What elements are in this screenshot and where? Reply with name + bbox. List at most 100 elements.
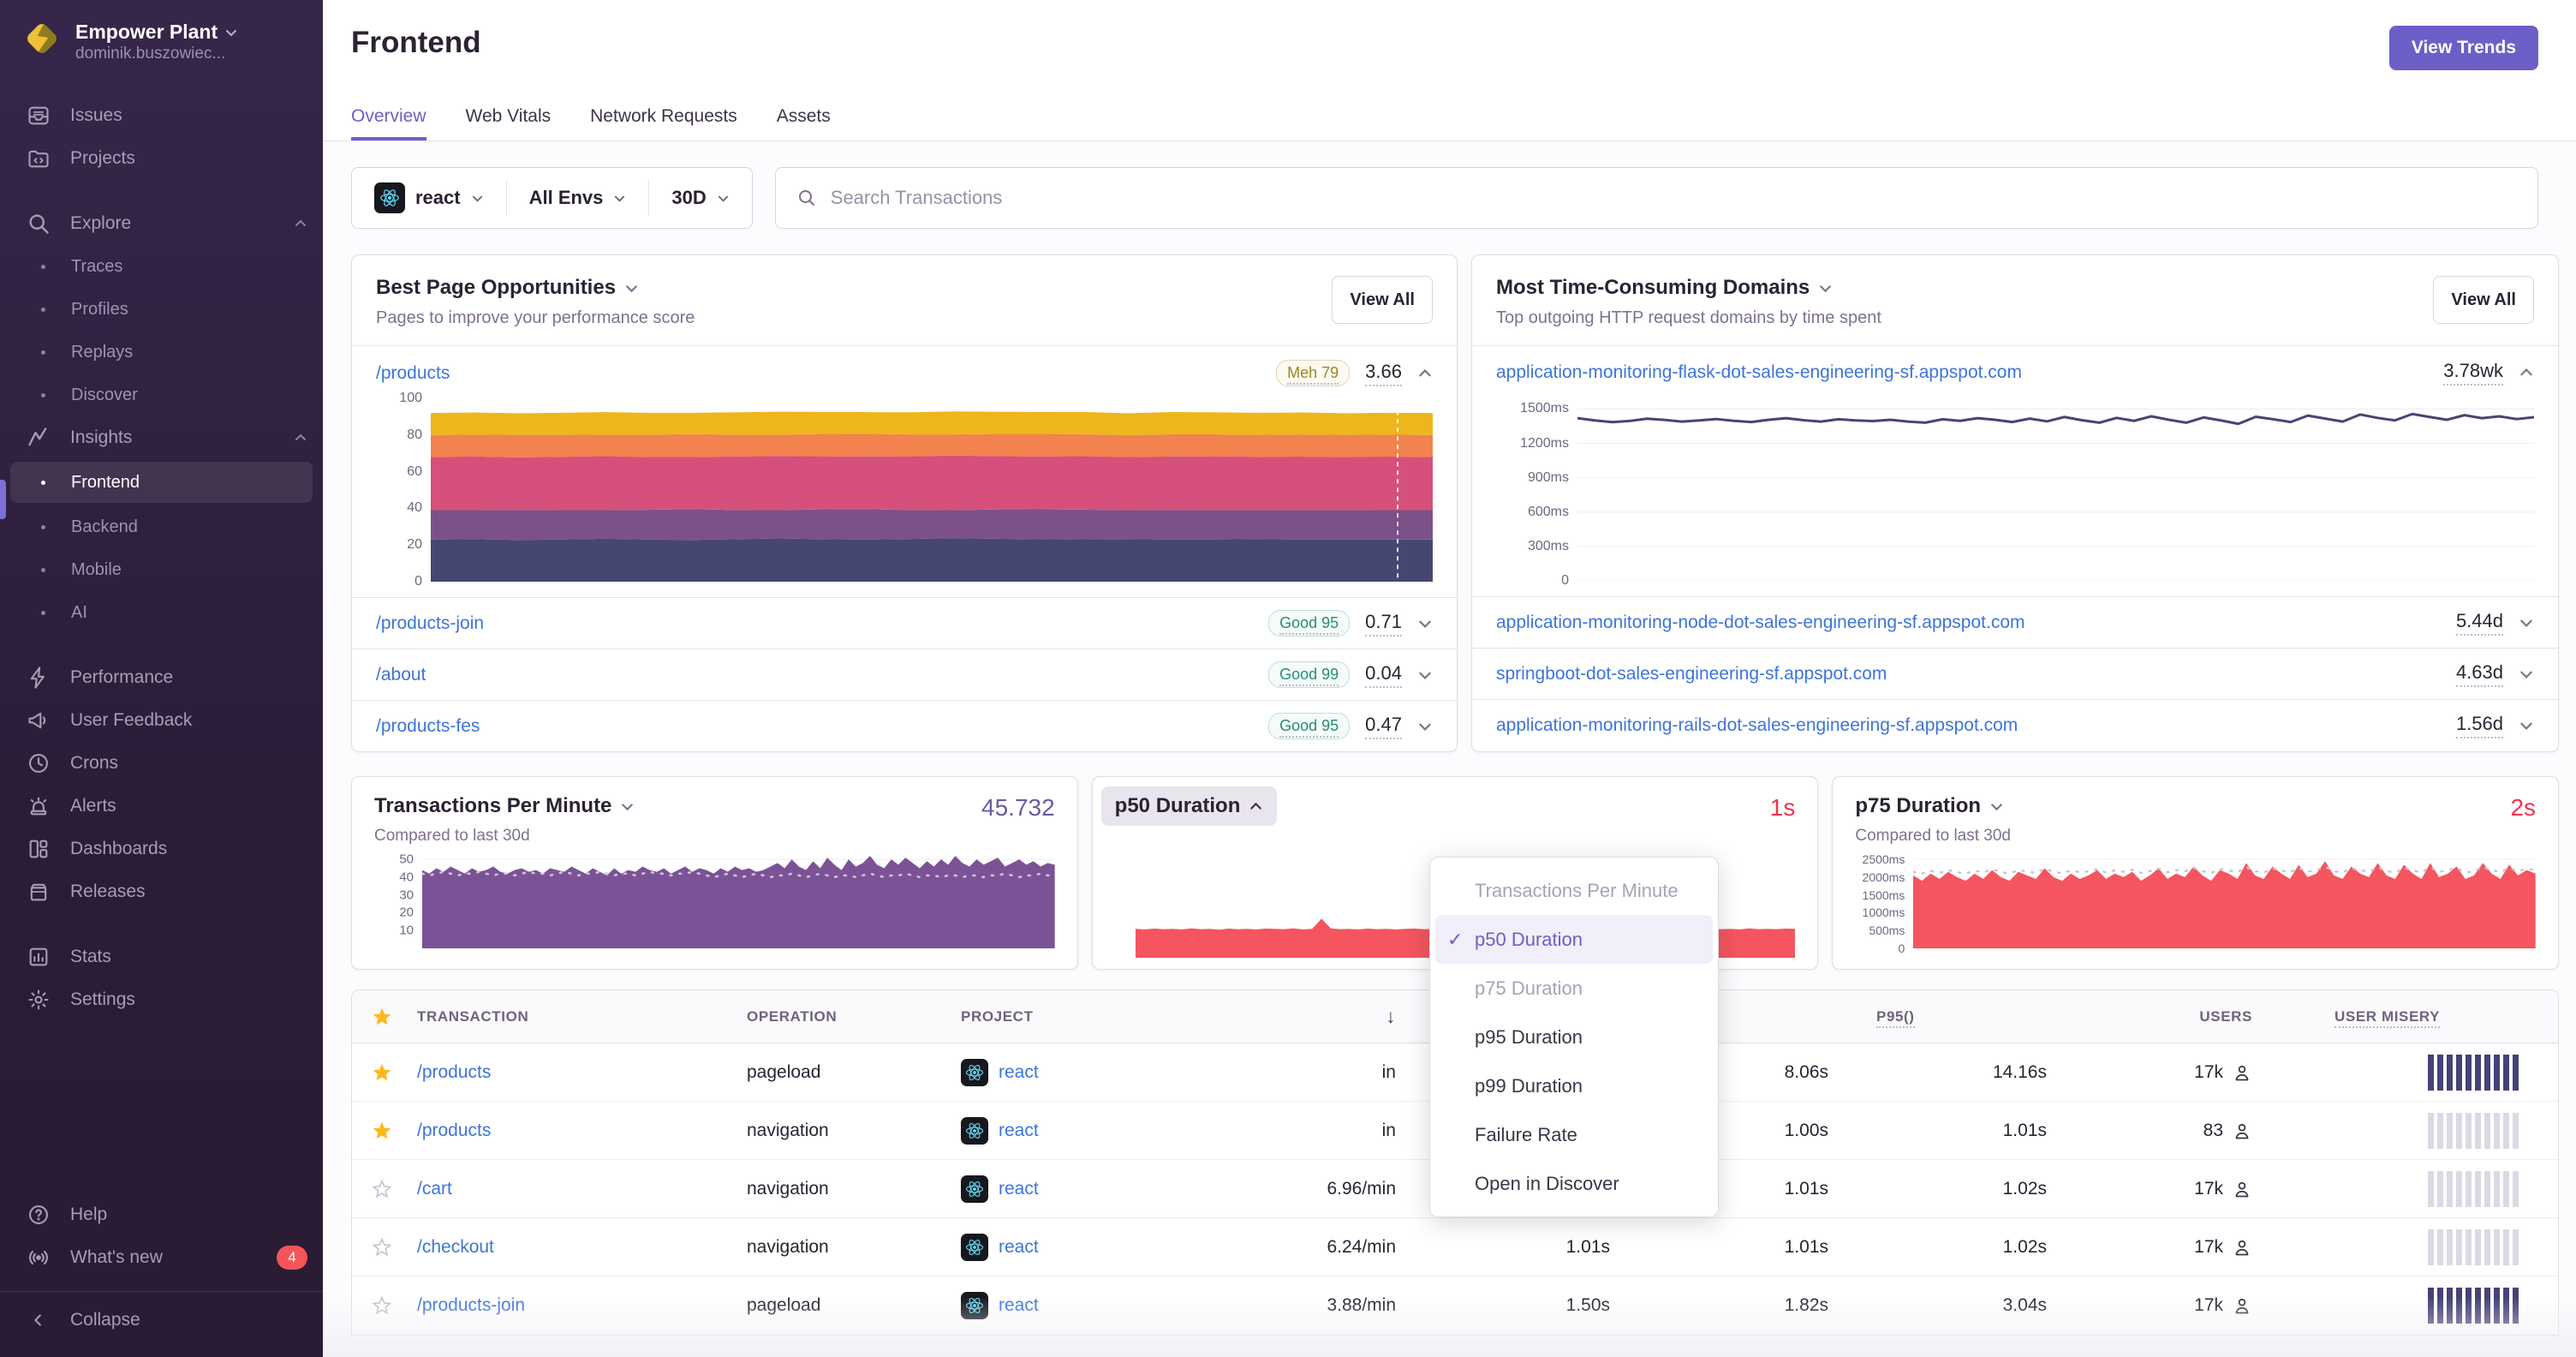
sidebar-item-frontend[interactable]: Frontend <box>10 462 313 504</box>
sidebar-item-explore[interactable]: Explore <box>0 202 323 245</box>
column-header-users[interactable]: USERS <box>2052 1008 2257 1025</box>
menu-item-failure-rate[interactable]: Failure Rate <box>1430 1110 1718 1159</box>
transaction-link[interactable]: /products-join <box>417 1295 525 1315</box>
domain-link[interactable]: application-monitoring-flask-dot-sales-e… <box>1496 362 2022 383</box>
tab-overview[interactable]: Overview <box>351 106 426 140</box>
sidebar-item-profiles[interactable]: Profiles <box>0 288 323 331</box>
project-link[interactable]: react <box>999 1295 1039 1316</box>
column-header-transaction[interactable]: TRANSACTION <box>412 1008 742 1025</box>
org-switcher[interactable]: Empower Plant dominik.buszowiec... <box>0 0 323 72</box>
sidebar-item-whats-new[interactable]: What's new 4 <box>0 1236 323 1279</box>
search-input[interactable] <box>830 187 2517 209</box>
page-link[interactable]: /about <box>376 665 426 685</box>
star-toggle[interactable] <box>352 1237 412 1258</box>
menu-item-p75-duration[interactable]: p75 Duration <box>1430 964 1718 1013</box>
view-all-button[interactable]: View All <box>2433 276 2534 324</box>
tpm-metric-selector[interactable]: Transactions Per Minute <box>374 794 635 818</box>
metric-title: p50 Duration <box>1114 794 1241 817</box>
tab-network-requests[interactable]: Network Requests <box>590 106 737 140</box>
sidebar-item-backend[interactable]: Backend <box>0 505 323 548</box>
sidebar-item-stats[interactable]: Stats <box>0 936 323 978</box>
sidebar-item-mobile[interactable]: Mobile <box>0 548 323 591</box>
time-spent-value: 3.78wk <box>2443 360 2503 386</box>
sidebar-item-user-feedback[interactable]: User Feedback <box>0 699 323 742</box>
star-column-header[interactable] <box>352 1007 412 1027</box>
sidebar-item-dashboards[interactable]: Dashboards <box>0 828 323 870</box>
sidebar-item-alerts[interactable]: Alerts <box>0 785 323 828</box>
page-link[interactable]: /products <box>376 363 450 384</box>
sidebar-item-traces[interactable]: Traces <box>0 245 323 288</box>
chevron-down-icon[interactable] <box>1417 616 1433 631</box>
column-header-operation[interactable]: OPERATION <box>742 1008 956 1025</box>
sort-descending-icon[interactable]: ↓ <box>1136 1006 1401 1028</box>
project-link[interactable]: react <box>999 1179 1039 1199</box>
sidebar-item-help[interactable]: Help <box>0 1193 323 1236</box>
domain-link[interactable]: application-monitoring-rails-dot-sales-e… <box>1496 715 2018 736</box>
chevron-up-icon[interactable] <box>1417 366 1433 381</box>
chevron-down-icon[interactable] <box>1818 281 1833 296</box>
menu-item-p99-duration[interactable]: p99 Duration <box>1430 1061 1718 1110</box>
project-cell: react <box>956 1116 1136 1145</box>
menu-item-p50-duration[interactable]: ✓ p50 Duration <box>1435 915 1713 964</box>
column-header-project[interactable]: PROJECT <box>956 1008 1136 1025</box>
transaction-link[interactable]: /products <box>417 1062 491 1082</box>
tpm-chart[interactable] <box>422 856 1055 948</box>
sidebar-item-releases[interactable]: Releases <box>0 870 323 913</box>
sidebar-item-projects[interactable]: Projects <box>0 137 323 180</box>
sidebar-item-settings[interactable]: Settings <box>0 978 323 1021</box>
domain-link[interactable]: springboot-dot-sales-engineering-sf.apps… <box>1496 664 1887 684</box>
project-link[interactable]: react <box>999 1062 1039 1083</box>
date-range-filter[interactable]: 30D <box>649 180 751 216</box>
menu-item-transactions-per-minute[interactable]: Transactions Per Minute <box>1430 866 1718 915</box>
environment-filter[interactable]: All Envs <box>507 180 650 216</box>
sidebar-collapse-button[interactable]: Collapse <box>0 1299 323 1342</box>
domain-duration-chart[interactable] <box>1577 398 2534 581</box>
chevron-down-icon[interactable] <box>2519 667 2534 682</box>
chevron-down-icon[interactable] <box>624 281 639 296</box>
p75-metric-selector[interactable]: p75 Duration <box>1855 794 2011 818</box>
sidebar-item-discover[interactable]: Discover <box>0 374 323 416</box>
project-filter[interactable]: react <box>352 180 507 216</box>
domain-link[interactable]: application-monitoring-node-dot-sales-en… <box>1496 613 2025 633</box>
chevron-up-icon[interactable] <box>2519 365 2534 380</box>
transaction-link[interactable]: /products <box>417 1121 491 1140</box>
sidebar-item-insights[interactable]: Insights <box>0 416 323 459</box>
star-toggle[interactable] <box>352 1121 412 1141</box>
page-link[interactable]: /products-join <box>376 613 484 634</box>
view-all-button[interactable]: View All <box>1332 276 1433 324</box>
star-toggle[interactable] <box>352 1295 412 1316</box>
menu-item-open-in-discover[interactable]: Open in Discover <box>1430 1159 1718 1208</box>
p50-metric-selector[interactable]: p50 Duration <box>1100 786 1278 826</box>
sidebar-item-crons[interactable]: Crons <box>0 742 323 785</box>
sidebar-item-replays[interactable]: Replays <box>0 331 323 374</box>
search-bar <box>774 167 2538 229</box>
view-trends-button[interactable]: View Trends <box>2388 26 2538 70</box>
sidebar-item-ai[interactable]: AI <box>0 591 323 634</box>
bullet-icon <box>41 264 45 269</box>
column-header-user-misery[interactable]: USER MISERY <box>2257 1007 2558 1028</box>
chevron-down-icon[interactable] <box>1417 719 1433 734</box>
performance-score-chart[interactable] <box>431 398 1433 582</box>
star-toggle[interactable] <box>352 1062 412 1083</box>
project-cell: react <box>956 1233 1136 1261</box>
transaction-link[interactable]: /checkout <box>417 1237 494 1257</box>
react-project-icon <box>961 1292 988 1319</box>
project-link[interactable]: react <box>999 1237 1039 1258</box>
transaction-link[interactable]: /cart <box>417 1179 452 1199</box>
chevron-down-icon[interactable] <box>2519 718 2534 733</box>
sidebar-item-issues[interactable]: Issues <box>0 94 323 137</box>
p75-chart[interactable] <box>1913 856 2537 948</box>
chevron-down-icon <box>622 803 634 810</box>
menu-item-p95-duration[interactable]: p95 Duration <box>1430 1013 1718 1061</box>
tab-web-vitals[interactable]: Web Vitals <box>466 106 552 140</box>
page-link[interactable]: /products-fes <box>376 716 480 737</box>
star-toggle[interactable] <box>352 1179 412 1199</box>
sidebar-item-performance[interactable]: Performance <box>0 656 323 699</box>
tab-assets[interactable]: Assets <box>777 106 831 140</box>
column-header-p95[interactable]: P95() <box>1834 1007 2052 1028</box>
date-range-value: 30D <box>671 187 707 208</box>
chevron-down-icon[interactable] <box>1417 667 1433 683</box>
chevron-down-icon[interactable] <box>2519 615 2534 631</box>
tpm-cell: 3.88/min <box>1327 1295 1396 1315</box>
project-link[interactable]: react <box>999 1121 1039 1141</box>
